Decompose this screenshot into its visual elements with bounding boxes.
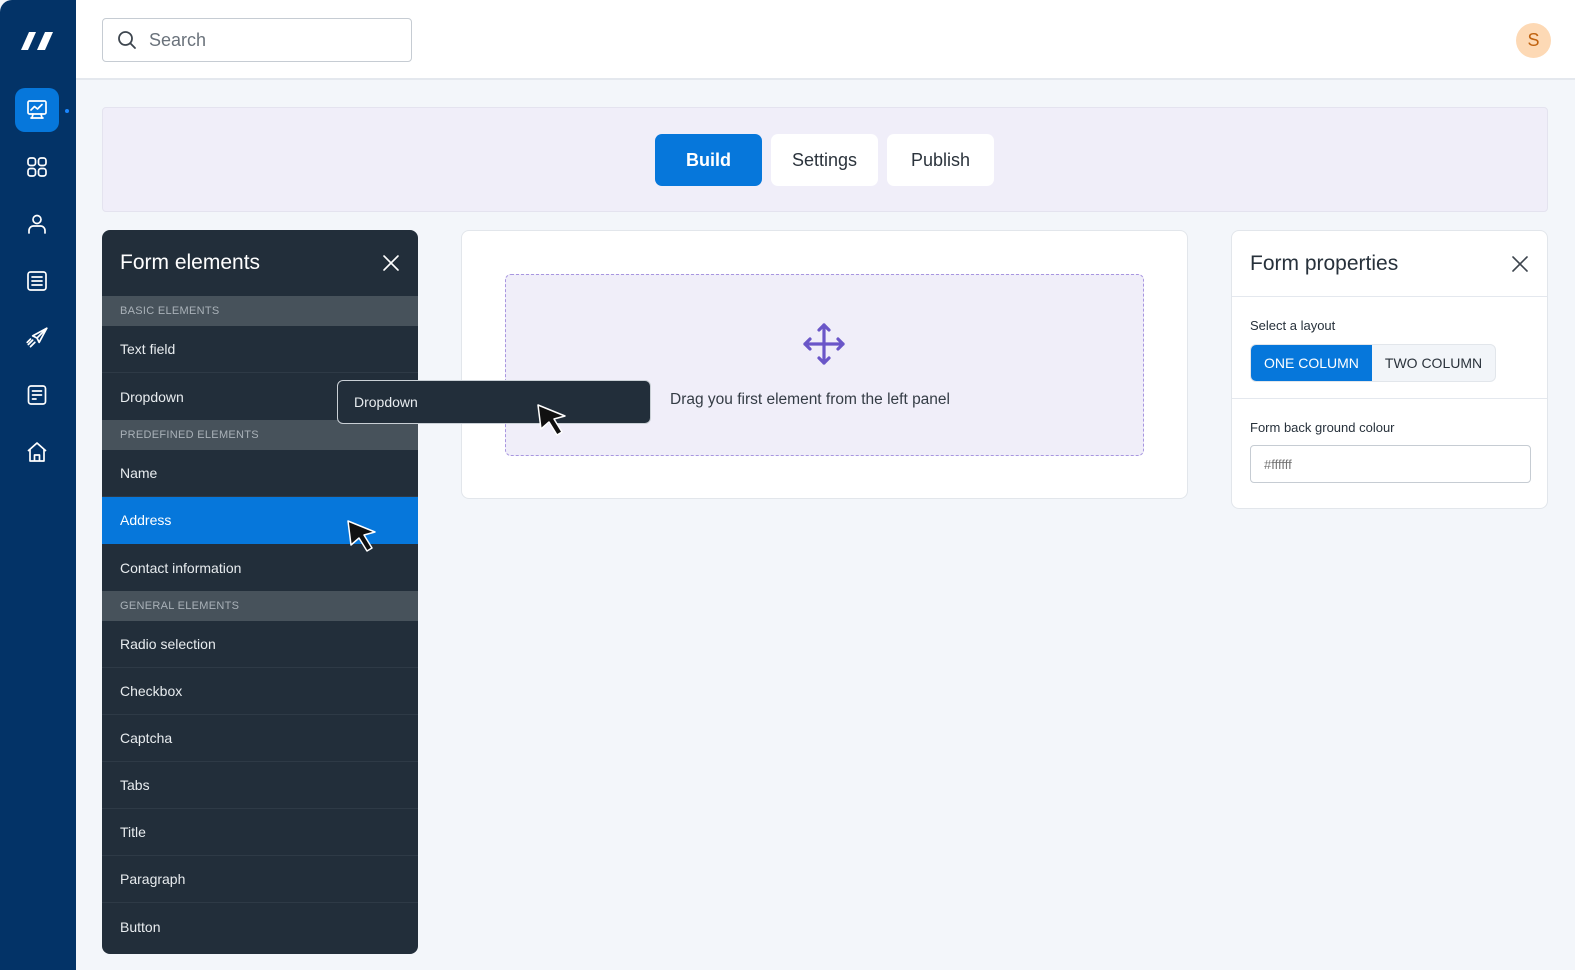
section-general-elements: GENERAL ELEMENTS — [102, 591, 418, 621]
divider — [1232, 398, 1547, 399]
element-button[interactable]: Button — [102, 903, 418, 950]
search-box[interactable] — [102, 18, 412, 62]
sidebar-item-apps[interactable] — [15, 145, 59, 189]
section-predefined-elements: PREDEFINED ELEMENTS — [102, 420, 418, 450]
element-name[interactable]: Name — [102, 450, 418, 497]
cursor-arrow-icon — [537, 404, 566, 436]
element-tabs[interactable]: Tabs — [102, 762, 418, 809]
sidebar-item-analytics[interactable] — [15, 88, 59, 132]
form-elements-title: Form elements — [120, 251, 261, 274]
close-icon[interactable] — [1511, 255, 1529, 273]
tab-publish[interactable]: Publish — [887, 134, 994, 186]
active-indicator-dot — [65, 109, 69, 113]
layout-two-column[interactable]: TWO COLUMN — [1372, 345, 1495, 381]
sidebar-item-documents[interactable] — [15, 373, 59, 417]
home-icon — [27, 442, 47, 462]
background-colour-input[interactable] — [1250, 445, 1531, 483]
builder-tab-bar: Build Settings Publish — [102, 107, 1548, 212]
move-arrows-icon — [803, 323, 845, 365]
grid-icon — [27, 157, 47, 177]
tab-build[interactable]: Build — [655, 134, 762, 186]
element-checkbox[interactable]: Checkbox — [102, 668, 418, 715]
search-input[interactable] — [149, 29, 389, 51]
tab-settings[interactable]: Settings — [771, 134, 878, 186]
layout-one-column[interactable]: ONE COLUMN — [1251, 345, 1372, 381]
layout-label: Select a layout — [1250, 318, 1336, 333]
form-properties-title: Form properties — [1250, 251, 1399, 275]
section-basic-elements: BASIC ELEMENTS — [102, 296, 418, 326]
close-icon[interactable] — [382, 254, 400, 272]
drag-ghost-dropdown[interactable]: Dropdown — [337, 380, 651, 424]
drop-zone-message: Drag you first element from the left pan… — [670, 391, 950, 408]
form-elements-panel: Form elements BASIC ELEMENTS Text field … — [102, 230, 418, 954]
form-properties-panel: Form properties Select a layout ONE COLU… — [1231, 230, 1548, 509]
drop-zone[interactable]: Drag you first element from the left pan… — [505, 274, 1144, 456]
form-canvas: Drag you first element from the left pan… — [461, 230, 1188, 499]
user-icon — [28, 214, 46, 234]
cursor-arrow-icon — [347, 520, 376, 552]
layout-segmented-control: ONE COLUMN TWO COLUMN — [1250, 344, 1497, 382]
element-captcha[interactable]: Captcha — [102, 715, 418, 762]
avatar[interactable]: S — [1516, 23, 1551, 58]
element-radio-selection[interactable]: Radio selection — [102, 621, 418, 668]
search-icon — [118, 31, 136, 49]
document-icon — [27, 385, 47, 405]
logo-icon[interactable] — [19, 28, 55, 52]
sidebar-item-home[interactable] — [15, 430, 59, 474]
background-colour-label: Form back ground colour — [1250, 420, 1395, 435]
monitor-chart-icon — [27, 100, 47, 119]
top-bar: S — [76, 0, 1575, 80]
sidebar-item-users[interactable] — [15, 202, 59, 246]
element-title[interactable]: Title — [102, 809, 418, 856]
sidebar-rail — [0, 0, 76, 970]
element-paragraph[interactable]: Paragraph — [102, 856, 418, 903]
element-text-field[interactable]: Text field — [102, 326, 418, 373]
list-icon — [27, 271, 47, 291]
sidebar-item-campaigns[interactable] — [15, 316, 59, 360]
paper-plane-icon — [26, 327, 48, 348]
sidebar-item-list[interactable] — [15, 259, 59, 303]
